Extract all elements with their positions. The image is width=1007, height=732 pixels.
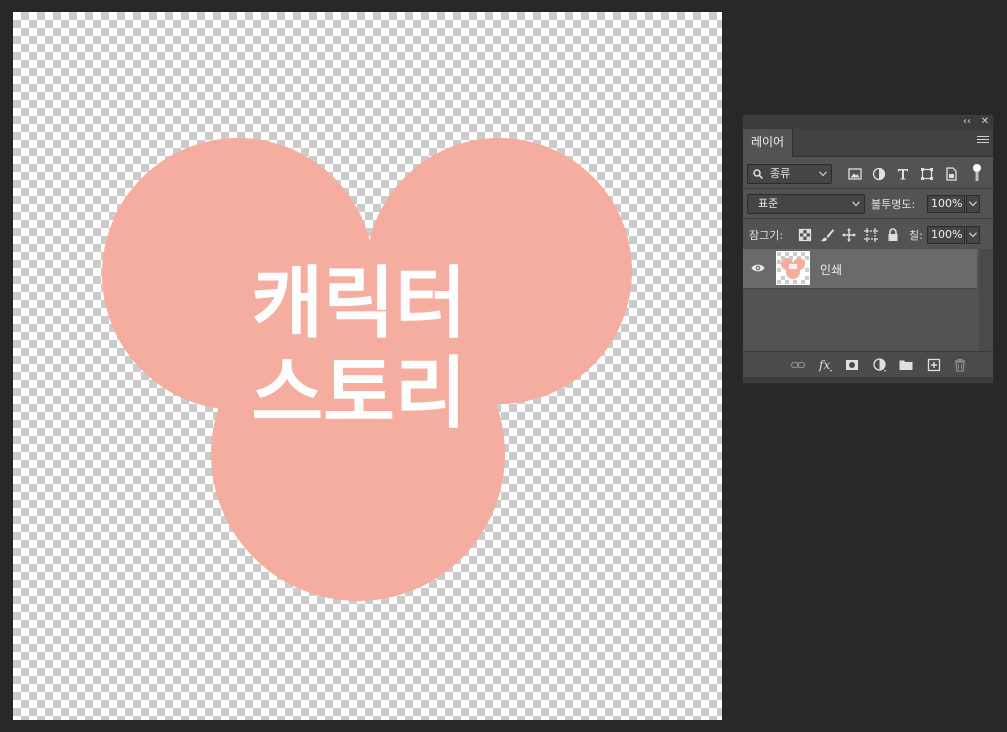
search-icon [753, 169, 763, 179]
artwork-text-line1: 캐릭터 [251, 259, 466, 349]
delete-layer-icon[interactable] [952, 357, 968, 373]
lock-transparent-icon[interactable] [797, 227, 813, 243]
lock-artboard-icon[interactable] [863, 227, 879, 243]
fx-icon[interactable]: fx [818, 357, 834, 373]
filter-row: 종류 [743, 157, 993, 188]
artwork-text-line2: 스토리 [251, 349, 466, 439]
filter-toggle-icon[interactable] [971, 163, 983, 183]
chevron-down-icon [969, 232, 977, 238]
close-panel-button[interactable]: ✕ [978, 115, 992, 129]
adjustment-filter-icon[interactable] [871, 166, 887, 182]
smart-object-filter-icon[interactable] [943, 166, 959, 182]
eye-visibility-icon[interactable] [751, 263, 765, 273]
new-group-icon[interactable] [898, 357, 914, 373]
image-filter-icon[interactable] [847, 166, 863, 182]
layers-footer: fx [743, 351, 993, 377]
layer-name[interactable]: 인쇄 [820, 261, 842, 278]
blend-mode-label: 표준 [758, 197, 779, 210]
trefoil-shape-artwork: 캐릭터 스토리 [102, 138, 632, 601]
fill-label: 칠: [909, 229, 923, 242]
panel-title-bar: ‹‹ ✕ [743, 115, 993, 129]
collapse-panel-button[interactable]: ‹‹ [960, 115, 974, 129]
blend-mode-dropdown[interactable]: 표준 [747, 194, 865, 214]
blend-row: 표준 불투명도: 100% [743, 189, 993, 218]
lock-position-icon[interactable] [841, 227, 857, 243]
layer-list: 인쇄 [743, 249, 979, 351]
tab-layers[interactable]: 레이어 [743, 129, 793, 157]
layer-row-selected[interactable]: 인쇄 [743, 249, 977, 289]
layers-panel: ‹‹ ✕ 레이어 종류 표준 불투명도: 100% 잠그기: 칠: 100% 인… [742, 114, 994, 384]
lock-paint-icon[interactable] [819, 227, 835, 243]
layer-thumbnail [776, 251, 810, 285]
panel-tab-bar: 레이어 [743, 129, 993, 157]
fill-input[interactable]: 100% [927, 226, 965, 244]
link-layers-icon[interactable] [790, 357, 806, 373]
document-canvas[interactable]: 캐릭터 스토리 [13, 12, 722, 720]
chevron-down-icon [852, 195, 860, 213]
lock-all-icon[interactable] [885, 227, 901, 243]
chevron-down-icon [819, 165, 827, 183]
panel-menu-icon[interactable] [977, 136, 989, 148]
filter-kind-dropdown[interactable]: 종류 [747, 164, 832, 184]
chevron-down-icon [969, 201, 977, 207]
shape-filter-icon[interactable] [919, 166, 935, 182]
lock-row: 잠그기: 칠: 100% [743, 219, 993, 249]
adjustment-layer-icon[interactable] [872, 357, 888, 373]
add-mask-icon[interactable] [844, 357, 860, 373]
fill-slider-toggle[interactable] [966, 226, 980, 244]
filter-kind-label: 종류 [770, 167, 791, 180]
layer-list-scrollbar[interactable] [979, 249, 993, 351]
opacity-slider-toggle[interactable] [966, 195, 980, 213]
svg-text:fx: fx [818, 358, 830, 372]
opacity-input[interactable]: 100% [927, 195, 965, 213]
new-layer-icon[interactable] [926, 357, 942, 373]
opacity-label: 불투명도: [871, 198, 916, 211]
panel-resize-grip[interactable] [743, 377, 993, 383]
type-filter-icon[interactable] [895, 166, 911, 182]
lock-label: 잠그기: [749, 229, 784, 242]
